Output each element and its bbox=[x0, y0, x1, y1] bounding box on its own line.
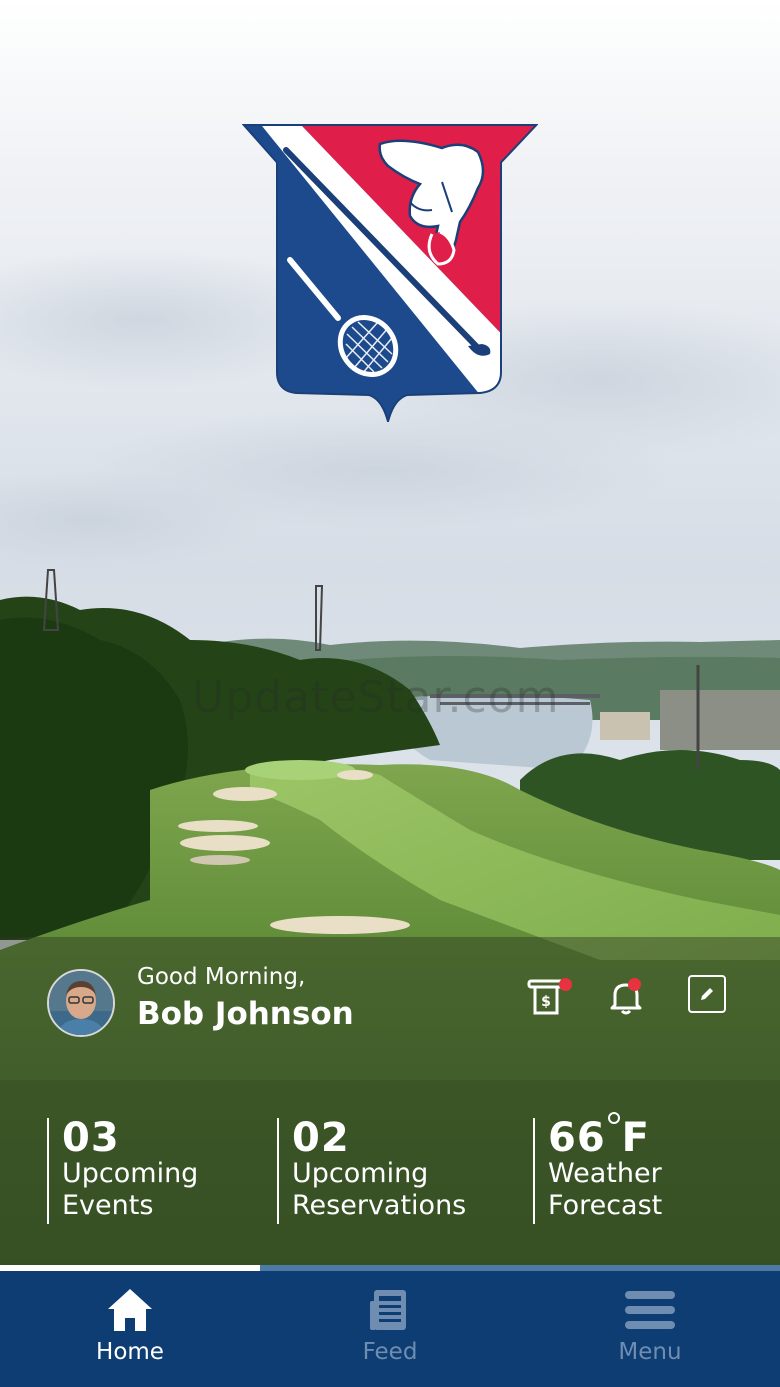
nav-item-home[interactable]: Home bbox=[0, 1271, 260, 1387]
nav-item-menu[interactable]: Menu bbox=[520, 1271, 780, 1387]
user-avatar[interactable] bbox=[47, 969, 115, 1037]
nav-item-feed[interactable]: Feed bbox=[260, 1271, 520, 1387]
stat-upcoming-reservations[interactable]: 02 Upcoming Reservations bbox=[277, 1118, 466, 1224]
nav-label-home: Home bbox=[96, 1339, 164, 1365]
feed-icon bbox=[370, 1290, 406, 1330]
bottom-navigation: Home Feed Menu bbox=[0, 1271, 780, 1387]
edit-button[interactable] bbox=[688, 975, 726, 1013]
user-name: Bob Johnson bbox=[137, 996, 354, 1032]
reservations-count: 02 bbox=[292, 1115, 350, 1161]
home-icon bbox=[108, 1289, 152, 1331]
notifications-badge bbox=[628, 978, 641, 991]
weather-label-line2: Forecast bbox=[548, 1190, 663, 1221]
club-crest-logo bbox=[241, 122, 539, 425]
user-avatar-photo-icon bbox=[49, 971, 113, 1035]
nav-label-menu: Menu bbox=[618, 1339, 682, 1365]
weather-temperature: 66 bbox=[548, 1115, 606, 1161]
greeting-text: Good Morning, bbox=[137, 964, 306, 990]
weather-unit: F bbox=[621, 1115, 649, 1161]
reservations-label-line2: Reservations bbox=[292, 1190, 467, 1221]
statement-button[interactable]: $ bbox=[526, 976, 572, 1016]
weather-label-line1: Weather bbox=[548, 1158, 662, 1189]
reservations-label-line1: Upcoming bbox=[292, 1158, 429, 1189]
watermark-text: UpdateStar.com bbox=[192, 672, 560, 723]
events-label-line1: Upcoming bbox=[62, 1158, 199, 1189]
events-count: 03 bbox=[62, 1115, 120, 1161]
svg-text:$: $ bbox=[541, 994, 551, 1010]
stat-weather-forecast[interactable]: 66 F Weather Forecast bbox=[533, 1112, 663, 1224]
degree-icon bbox=[607, 1112, 620, 1124]
stat-upcoming-events[interactable]: 03 Upcoming Events bbox=[47, 1118, 198, 1224]
notifications-button[interactable] bbox=[606, 976, 646, 1016]
statement-badge bbox=[559, 978, 572, 991]
nav-label-feed: Feed bbox=[362, 1339, 418, 1365]
menu-icon bbox=[625, 1291, 675, 1329]
events-label-line2: Events bbox=[62, 1190, 154, 1221]
edit-icon bbox=[701, 988, 713, 1000]
